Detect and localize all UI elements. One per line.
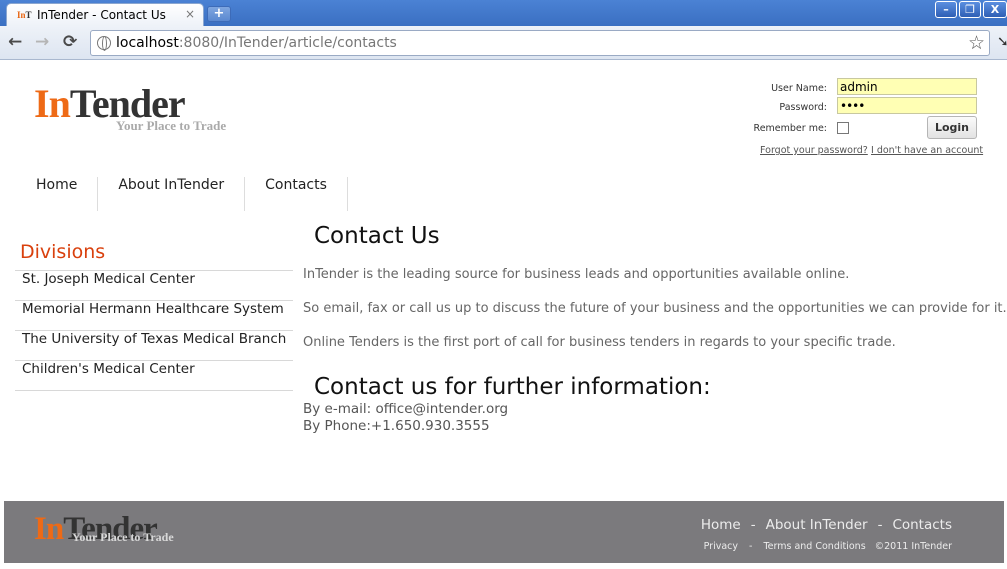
globe-icon	[97, 36, 111, 51]
site-logo[interactable]: InTender Your Place to Trade	[34, 81, 274, 141]
tab-title: InTender - Contact Us	[37, 8, 166, 22]
url-text[interactable]: localhost:8080/InTender/article/contacts	[116, 35, 397, 51]
footer-legal: Privacy - Terms and Conditions ©2011 InT…	[704, 541, 952, 552]
nav-item-home[interactable]: Home	[16, 177, 99, 211]
window-controls: – ❐ X	[935, 1, 1007, 18]
browser-tab[interactable]: InT InTender - Contact Us ×	[6, 3, 204, 26]
remember-me-checkbox[interactable]	[837, 122, 849, 134]
contact-subtitle: Contact us for further information:	[314, 374, 711, 400]
tab-close-icon[interactable]: ×	[185, 7, 195, 21]
divisions-sidebar: Divisions St. Joseph Medical Center Memo…	[15, 240, 293, 391]
logo-tagline: Your Place to Trade	[116, 118, 227, 133]
sidebar-item-memorial-hermann[interactable]: Memorial Hermann Healthcare System	[15, 301, 293, 331]
footer-nav: Home - About InTender - Contacts	[701, 517, 952, 533]
legal-separator: -	[749, 541, 753, 552]
footer-link-home[interactable]: Home	[701, 517, 741, 533]
privacy-link[interactable]: Privacy	[704, 541, 738, 552]
copyright-text: ©2011 InTender	[874, 541, 952, 552]
divisions-title: Divisions	[15, 240, 293, 271]
footer-nav-separator: -	[750, 517, 756, 533]
contact-email: By e-mail: office@intender.org	[303, 401, 509, 417]
browser-titlebar: InT InTender - Contact Us × + – ❐ X	[0, 0, 1007, 26]
page-title: Contact Us	[314, 223, 440, 249]
forward-arrow-icon[interactable]: →	[35, 33, 49, 51]
password-input[interactable]: ••••	[837, 97, 977, 114]
main-content: Contact Us InTender is the leading sourc…	[303, 222, 1007, 435]
remember-me-label: Remember me:	[753, 123, 827, 134]
site-footer: InTender Your Place to Trade Home - Abou…	[4, 501, 1004, 563]
footer-tagline: Your Place to Trade	[72, 530, 174, 544]
terms-link[interactable]: Terms and Conditions	[763, 541, 865, 552]
intro-paragraph-2: So email, fax or call us up to discuss t…	[303, 301, 1007, 316]
wrench-icon[interactable]: ➘	[997, 34, 1007, 50]
contact-phone: By Phone:+1.650.930.3555	[303, 418, 490, 434]
logo-in: In	[34, 81, 71, 126]
star-icon[interactable]: ☆	[968, 32, 985, 54]
password-label: Password:	[779, 102, 827, 113]
sidebar-item-childrens[interactable]: Children's Medical Center	[15, 361, 293, 391]
no-account-link[interactable]: I don't have an account	[871, 145, 983, 156]
footer-link-contacts[interactable]: Contacts	[892, 517, 952, 533]
footer-link-about[interactable]: About InTender	[766, 517, 868, 533]
forgot-password-link[interactable]: Forgot your password?	[760, 145, 868, 156]
close-window-button[interactable]: X	[983, 1, 1007, 18]
new-tab-button[interactable]: +	[207, 6, 231, 22]
sidebar-item-utmb[interactable]: The University of Texas Medical Branch	[15, 331, 293, 361]
login-form: User Name: admin Password: •••• Remember…	[740, 76, 990, 166]
username-label: User Name:	[771, 83, 827, 94]
footer-nav-separator: -	[877, 517, 883, 533]
minimize-button[interactable]: –	[935, 1, 957, 18]
login-button[interactable]: Login	[927, 116, 977, 139]
footer-logo-in: In	[34, 511, 64, 547]
intro-paragraph-3: Online Tenders is the first port of call…	[303, 335, 896, 350]
restore-button[interactable]: ❐	[959, 1, 981, 18]
main-nav: Home About InTender Contacts	[16, 177, 348, 211]
favicon-icon: InT	[17, 10, 32, 20]
browser-toolbar: ← → ⟳ localhost:8080/InTender/article/co…	[0, 26, 1007, 60]
nav-item-contacts[interactable]: Contacts	[245, 177, 348, 211]
intro-paragraph-1: InTender is the leading source for busin…	[303, 267, 850, 282]
reload-icon[interactable]: ⟳	[63, 33, 77, 51]
nav-item-about[interactable]: About InTender	[98, 177, 246, 211]
address-bar[interactable]: localhost:8080/InTender/article/contacts…	[90, 30, 990, 56]
sidebar-item-st-joseph[interactable]: St. Joseph Medical Center	[15, 271, 293, 301]
back-arrow-icon[interactable]: ←	[8, 33, 22, 51]
username-input[interactable]: admin	[837, 78, 977, 95]
